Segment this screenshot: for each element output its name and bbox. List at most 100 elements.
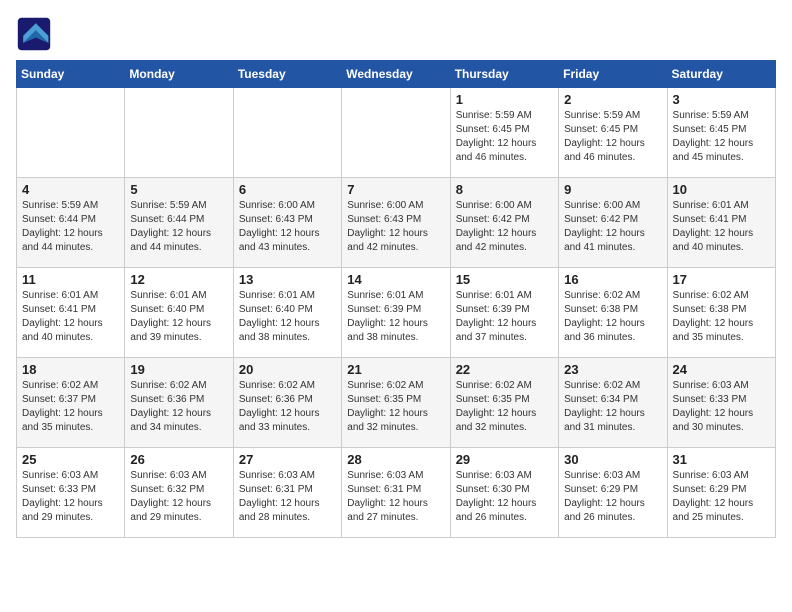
day-detail: Sunrise: 6:00 AM Sunset: 6:43 PM Dayligh… bbox=[239, 199, 336, 255]
header-row: SundayMondayTuesdayWednesdayThursdayFrid… bbox=[17, 61, 776, 88]
day-number: 18 bbox=[22, 362, 119, 377]
day-detail: Sunrise: 6:02 AM Sunset: 6:37 PM Dayligh… bbox=[22, 379, 119, 435]
day-number: 10 bbox=[673, 182, 770, 197]
day-detail: Sunrise: 6:02 AM Sunset: 6:38 PM Dayligh… bbox=[673, 289, 770, 345]
day-detail: Sunrise: 6:03 AM Sunset: 6:30 PM Dayligh… bbox=[456, 469, 553, 525]
day-detail: Sunrise: 6:02 AM Sunset: 6:36 PM Dayligh… bbox=[130, 379, 227, 435]
day-number: 4 bbox=[22, 182, 119, 197]
col-header-monday: Monday bbox=[125, 61, 233, 88]
day-number: 26 bbox=[130, 452, 227, 467]
day-cell: 2 Sunrise: 5:59 AM Sunset: 6:45 PM Daylig… bbox=[559, 88, 667, 178]
logo-icon bbox=[16, 16, 52, 52]
day-cell bbox=[342, 88, 450, 178]
day-detail: Sunrise: 6:01 AM Sunset: 6:41 PM Dayligh… bbox=[673, 199, 770, 255]
logo bbox=[16, 16, 56, 52]
day-detail: Sunrise: 6:00 AM Sunset: 6:42 PM Dayligh… bbox=[564, 199, 661, 255]
day-number: 21 bbox=[347, 362, 444, 377]
day-detail: Sunrise: 6:02 AM Sunset: 6:35 PM Dayligh… bbox=[347, 379, 444, 435]
day-detail: Sunrise: 5:59 AM Sunset: 6:45 PM Dayligh… bbox=[673, 109, 770, 165]
day-detail: Sunrise: 6:03 AM Sunset: 6:31 PM Dayligh… bbox=[239, 469, 336, 525]
day-detail: Sunrise: 6:01 AM Sunset: 6:41 PM Dayligh… bbox=[22, 289, 119, 345]
day-number: 1 bbox=[456, 92, 553, 107]
day-cell: 20Sunrise: 6:02 AM Sunset: 6:36 PM Dayli… bbox=[233, 358, 341, 448]
day-cell: 17 Sunrise: 6:02 AM Sunset: 6:38 PM Dayli… bbox=[667, 268, 775, 358]
day-cell bbox=[125, 88, 233, 178]
day-number: 24 bbox=[673, 362, 770, 377]
day-cell: 26 Sunrise: 6:03 AM Sunset: 6:32 PM Dayli… bbox=[125, 448, 233, 538]
day-cell: 5 Sunrise: 5:59 AM Sunset: 6:44 PM Daylig… bbox=[125, 178, 233, 268]
day-cell: 31 Sunrise: 6:03 AM Sunset: 6:29 PM Dayli… bbox=[667, 448, 775, 538]
day-number: 29 bbox=[456, 452, 553, 467]
day-number: 28 bbox=[347, 452, 444, 467]
day-number: 17 bbox=[673, 272, 770, 287]
day-number: 7 bbox=[347, 182, 444, 197]
week-row-1: 1 Sunrise: 5:59 AM Sunset: 6:45 PM Daylig… bbox=[17, 88, 776, 178]
day-number: 3 bbox=[673, 92, 770, 107]
day-number: 19 bbox=[130, 362, 227, 377]
day-detail: Sunrise: 6:03 AM Sunset: 6:33 PM Dayligh… bbox=[22, 469, 119, 525]
day-detail: Sunrise: 5:59 AM Sunset: 6:45 PM Dayligh… bbox=[456, 109, 553, 165]
day-detail: Sunrise: 5:59 AM Sunset: 6:45 PM Dayligh… bbox=[564, 109, 661, 165]
day-detail: Sunrise: 6:03 AM Sunset: 6:33 PM Dayligh… bbox=[673, 379, 770, 435]
day-number: 15 bbox=[456, 272, 553, 287]
day-cell: 9 Sunrise: 6:00 AM Sunset: 6:42 PM Daylig… bbox=[559, 178, 667, 268]
day-detail: Sunrise: 6:03 AM Sunset: 6:29 PM Dayligh… bbox=[673, 469, 770, 525]
day-detail: Sunrise: 6:03 AM Sunset: 6:31 PM Dayligh… bbox=[347, 469, 444, 525]
day-cell: 3 Sunrise: 5:59 AM Sunset: 6:45 PM Daylig… bbox=[667, 88, 775, 178]
day-detail: Sunrise: 6:02 AM Sunset: 6:38 PM Dayligh… bbox=[564, 289, 661, 345]
day-cell: 18 Sunrise: 6:02 AM Sunset: 6:37 PM Dayli… bbox=[17, 358, 125, 448]
week-row-5: 25 Sunrise: 6:03 AM Sunset: 6:33 PM Dayli… bbox=[17, 448, 776, 538]
day-number: 9 bbox=[564, 182, 661, 197]
day-cell: 28 Sunrise: 6:03 AM Sunset: 6:31 PM Dayli… bbox=[342, 448, 450, 538]
col-header-friday: Friday bbox=[559, 61, 667, 88]
col-header-sunday: Sunday bbox=[17, 61, 125, 88]
day-number: 22 bbox=[456, 362, 553, 377]
day-number: 12 bbox=[130, 272, 227, 287]
day-number: 5 bbox=[130, 182, 227, 197]
day-cell: 29 Sunrise: 6:03 AM Sunset: 6:30 PM Dayli… bbox=[450, 448, 558, 538]
day-cell: 7 Sunrise: 6:00 AM Sunset: 6:43 PM Daylig… bbox=[342, 178, 450, 268]
day-cell: 22Sunrise: 6:02 AM Sunset: 6:35 PM Dayli… bbox=[450, 358, 558, 448]
day-number: 6 bbox=[239, 182, 336, 197]
week-row-4: 18 Sunrise: 6:02 AM Sunset: 6:37 PM Dayli… bbox=[17, 358, 776, 448]
day-number: 27 bbox=[239, 452, 336, 467]
day-cell: 24 Sunrise: 6:03 AM Sunset: 6:33 PM Dayli… bbox=[667, 358, 775, 448]
day-number: 8 bbox=[456, 182, 553, 197]
week-row-2: 4 Sunrise: 5:59 AM Sunset: 6:44 PM Daylig… bbox=[17, 178, 776, 268]
day-cell bbox=[17, 88, 125, 178]
week-row-3: 11Sunrise: 6:01 AM Sunset: 6:41 PM Dayli… bbox=[17, 268, 776, 358]
day-cell: 12 Sunrise: 6:01 AM Sunset: 6:40 PM Dayli… bbox=[125, 268, 233, 358]
day-cell: 14Sunrise: 6:01 AM Sunset: 6:39 PM Dayli… bbox=[342, 268, 450, 358]
day-cell: 1 Sunrise: 5:59 AM Sunset: 6:45 PM Daylig… bbox=[450, 88, 558, 178]
day-detail: Sunrise: 6:00 AM Sunset: 6:42 PM Dayligh… bbox=[456, 199, 553, 255]
day-number: 25 bbox=[22, 452, 119, 467]
day-cell: 30 Sunrise: 6:03 AM Sunset: 6:29 PM Dayli… bbox=[559, 448, 667, 538]
day-detail: Sunrise: 6:03 AM Sunset: 6:32 PM Dayligh… bbox=[130, 469, 227, 525]
day-detail: Sunrise: 5:59 AM Sunset: 6:44 PM Dayligh… bbox=[130, 199, 227, 255]
day-cell: 25 Sunrise: 6:03 AM Sunset: 6:33 PM Dayli… bbox=[17, 448, 125, 538]
day-detail: Sunrise: 6:01 AM Sunset: 6:40 PM Dayligh… bbox=[130, 289, 227, 345]
day-cell: 10 Sunrise: 6:01 AM Sunset: 6:41 PM Dayli… bbox=[667, 178, 775, 268]
day-cell: 23 Sunrise: 6:02 AM Sunset: 6:34 PM Dayli… bbox=[559, 358, 667, 448]
day-cell: 8 Sunrise: 6:00 AM Sunset: 6:42 PM Daylig… bbox=[450, 178, 558, 268]
day-detail: Sunrise: 5:59 AM Sunset: 6:44 PM Dayligh… bbox=[22, 199, 119, 255]
day-number: 23 bbox=[564, 362, 661, 377]
col-header-saturday: Saturday bbox=[667, 61, 775, 88]
day-detail: Sunrise: 6:01 AM Sunset: 6:40 PM Dayligh… bbox=[239, 289, 336, 345]
day-number: 31 bbox=[673, 452, 770, 467]
day-detail: Sunrise: 6:00 AM Sunset: 6:43 PM Dayligh… bbox=[347, 199, 444, 255]
col-header-wednesday: Wednesday bbox=[342, 61, 450, 88]
day-number: 20 bbox=[239, 362, 336, 377]
day-detail: Sunrise: 6:03 AM Sunset: 6:29 PM Dayligh… bbox=[564, 469, 661, 525]
day-number: 14 bbox=[347, 272, 444, 287]
day-number: 16 bbox=[564, 272, 661, 287]
page-header bbox=[16, 16, 776, 52]
day-cell: 15Sunrise: 6:01 AM Sunset: 6:39 PM Dayli… bbox=[450, 268, 558, 358]
day-number: 13 bbox=[239, 272, 336, 287]
col-header-thursday: Thursday bbox=[450, 61, 558, 88]
day-cell: 16 Sunrise: 6:02 AM Sunset: 6:38 PM Dayli… bbox=[559, 268, 667, 358]
day-number: 2 bbox=[564, 92, 661, 107]
day-number: 30 bbox=[564, 452, 661, 467]
col-header-tuesday: Tuesday bbox=[233, 61, 341, 88]
day-detail: Sunrise: 6:02 AM Sunset: 6:34 PM Dayligh… bbox=[564, 379, 661, 435]
